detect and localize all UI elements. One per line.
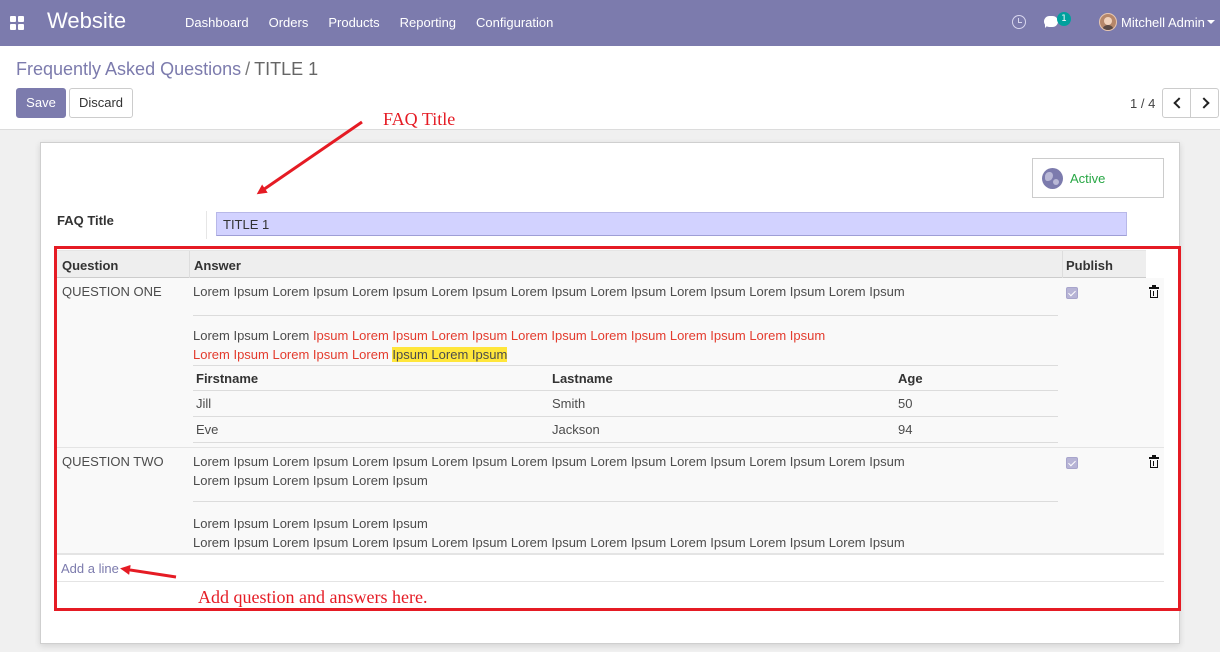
answer-text-red: Lorem Ipsum Lorem Ipsum Lorem — [193, 347, 393, 362]
pager-next-button[interactable] — [1190, 88, 1219, 118]
discard-button[interactable]: Discard — [69, 88, 133, 118]
breadcrumb: Frequently Asked Questions / TITLE 1 — [16, 59, 318, 80]
list-header: Question Answer Publish — [56, 250, 1146, 279]
control-panel: Frequently Asked Questions / TITLE 1 Save … — [0, 46, 1220, 130]
answer-table-header-cell: Lastname — [552, 371, 613, 386]
answer-text[interactable]: Lorem Ipsum Lorem Ipsum Lorem Ipsum Lore… — [193, 326, 825, 345]
answer-text[interactable]: Lorem Ipsum Lorem Ipsum Lorem Ipsum Lore… — [193, 345, 508, 364]
chat-badge: 1 — [1057, 12, 1071, 26]
answer-table-cell: Jill — [196, 396, 212, 411]
answer-table-cell: Jackson — [552, 422, 600, 437]
column-divider — [189, 251, 190, 279]
annotation-faq-title: FAQ Title — [383, 109, 456, 129]
save-button[interactable]: Save — [16, 88, 66, 118]
main-menu: Dashboard Orders Products Reporting Conf… — [175, 0, 563, 46]
menu-products[interactable]: Products — [318, 0, 389, 46]
faq-title-input[interactable]: TITLE 1 — [216, 212, 1127, 236]
trash-icon[interactable] — [1149, 285, 1159, 298]
table-row[interactable]: QUESTION TWO Lorem Ipsum Lorem Ipsum Lor… — [56, 448, 1164, 554]
answer-text[interactable]: Lorem Ipsum Lorem Ipsum Lorem Ipsum Lore… — [193, 282, 905, 301]
caret-down-icon[interactable] — [1207, 20, 1215, 24]
menu-dashboard[interactable]: Dashboard — [175, 0, 259, 46]
answer-table-cell: 94 — [898, 422, 913, 437]
column-header-answer[interactable]: Answer — [194, 258, 241, 273]
answer-text[interactable]: Lorem Ipsum Lorem Ipsum Lorem Ipsum — [193, 514, 428, 533]
add-line-row — [56, 554, 1164, 582]
answer-table-header: Firstname Lastname Age — [193, 365, 1058, 391]
answer-text-red: Ipsum Lorem Ipsum Lorem Ipsum Lorem Ipsu… — [312, 328, 826, 343]
table-row[interactable]: QUESTION ONE Lorem Ipsum Lorem Ipsum Lor… — [56, 278, 1164, 448]
column-header-publish[interactable]: Publish — [1066, 258, 1113, 273]
breadcrumb-current: TITLE 1 — [254, 59, 319, 79]
menu-orders[interactable]: Orders — [259, 0, 319, 46]
answer-text[interactable]: Lorem Ipsum Lorem Ipsum Lorem Ipsum Lore… — [193, 452, 905, 471]
answer-table-row: Eve Jackson 94 — [193, 417, 1058, 443]
active-toggle-button[interactable]: Active — [1032, 158, 1164, 198]
column-divider — [1062, 251, 1063, 279]
chat-icon[interactable] — [1044, 16, 1058, 28]
add-a-line-link[interactable]: Add a line — [61, 561, 119, 576]
answer-table-cell: Eve — [196, 422, 219, 437]
answer-table-cell: 50 — [898, 396, 913, 411]
chevron-right-icon — [1198, 97, 1210, 109]
app-name: Website — [47, 8, 127, 33]
annotation-add-question: Add question and answers here. — [198, 587, 428, 607]
answer-divider — [193, 315, 1058, 316]
user-menu[interactable]: Mitchell Admin — [1121, 15, 1205, 30]
active-label: Active — [1070, 171, 1106, 186]
answer-text-plain: Lorem Ipsum Lorem — [193, 328, 313, 343]
column-header-question[interactable]: Question — [62, 258, 118, 273]
apps-icon[interactable] — [10, 16, 24, 30]
menu-reporting[interactable]: Reporting — [390, 0, 466, 46]
faq-title-label: FAQ Title — [57, 213, 114, 228]
answer-table-cell: Smith — [552, 396, 586, 411]
question-cell[interactable]: QUESTION ONE — [62, 284, 162, 299]
breadcrumb-separator: / — [245, 59, 251, 79]
answer-table-header-cell: Age — [898, 371, 923, 386]
avatar[interactable] — [1099, 13, 1117, 31]
publish-checkbox[interactable] — [1066, 287, 1078, 299]
form-sheet: Active FAQ Title TITLE 1 Question Answer… — [40, 142, 1180, 644]
answer-text[interactable]: Lorem Ipsum Lorem Ipsum Lorem Ipsum Lore… — [193, 533, 905, 552]
answer-text[interactable]: Lorem Ipsum Lorem Ipsum Lorem Ipsum — [193, 471, 428, 490]
breadcrumb-parent[interactable]: Frequently Asked Questions — [16, 59, 241, 79]
chevron-left-icon — [1173, 97, 1185, 109]
question-cell[interactable]: QUESTION TWO — [62, 454, 164, 469]
answer-table-header-cell: Firstname — [196, 371, 259, 386]
answer-text-highlight: Ipsum Lorem Ipsum — [392, 347, 508, 362]
clock-icon[interactable] — [1012, 15, 1026, 29]
pager-previous-button[interactable] — [1162, 88, 1191, 118]
trash-icon[interactable] — [1149, 455, 1159, 468]
pager-value[interactable]: 1 / 4 — [1130, 96, 1155, 111]
menu-configuration[interactable]: Configuration — [466, 0, 563, 46]
top-navbar: Website Dashboard Orders Products Report… — [0, 0, 1220, 46]
field-divider — [206, 211, 207, 239]
publish-checkbox[interactable] — [1066, 457, 1078, 469]
answer-table-row: Jill Smith 50 — [193, 391, 1058, 417]
answer-divider — [193, 501, 1058, 502]
globe-icon — [1042, 168, 1063, 189]
